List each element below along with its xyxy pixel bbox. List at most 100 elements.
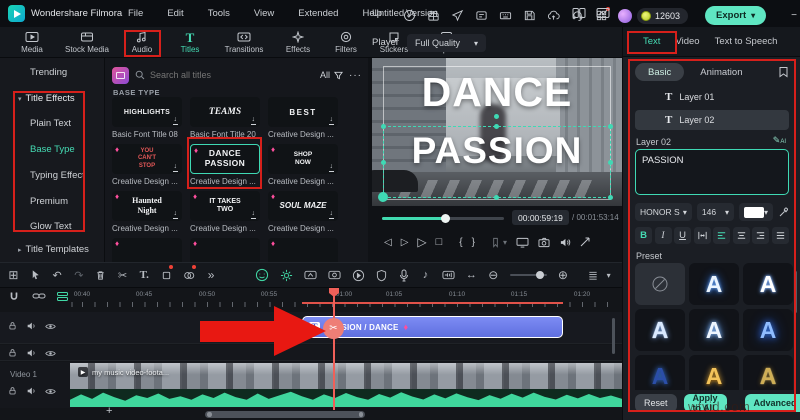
menu-view[interactable]: View [254, 8, 274, 19]
zoom-in-icon[interactable] [558, 266, 569, 284]
workspace-grid-icon[interactable] [8, 266, 19, 284]
layer-row-1[interactable]: T Layer 01 [635, 87, 789, 107]
scroll-handle[interactable] [358, 412, 363, 417]
preset-style[interactable]: A [743, 263, 793, 305]
audio-waveform[interactable] [70, 389, 622, 407]
reset-button[interactable]: Reset [635, 394, 677, 412]
menu-tools[interactable]: Tools [208, 8, 230, 19]
fullscreen-button[interactable] [580, 237, 590, 247]
redo-icon[interactable] [73, 266, 84, 284]
panel-scrollbar[interactable] [794, 271, 797, 313]
add-text-icon[interactable] [139, 266, 150, 284]
minimize-button[interactable] [791, 10, 797, 21]
snap-magnet-icon[interactable] [8, 291, 20, 303]
tab-audio[interactable]: Audio [120, 27, 164, 57]
scroll-handle[interactable] [207, 412, 212, 417]
mute-icon[interactable] [26, 321, 36, 331]
subtab-animation[interactable]: Animation [700, 67, 742, 78]
shield-render-icon[interactable] [376, 266, 387, 284]
snapshot-camera-button[interactable] [538, 237, 550, 248]
speed-ramp-icon[interactable] [304, 266, 317, 284]
download-icon[interactable] [172, 163, 178, 172]
selection-text-box[interactable] [383, 126, 611, 198]
selection-handle[interactable] [494, 124, 499, 129]
zoom-slider-knob[interactable] [535, 271, 544, 279]
sync-status-icon[interactable] [402, 8, 417, 23]
zoom-out-icon[interactable] [488, 266, 499, 284]
split-screen-icon[interactable] [572, 7, 586, 19]
coin-balance[interactable]: 12603 [637, 7, 689, 24]
template-basic-font-20[interactable]: TEAMS Basic Font Title 20 [190, 97, 260, 139]
eyedropper-icon[interactable] [778, 207, 789, 218]
lock-icon[interactable] [8, 348, 17, 358]
preset-style[interactable]: A [743, 309, 793, 351]
chroma-key-icon[interactable] [328, 266, 341, 284]
playhead[interactable] [333, 288, 335, 410]
hide-track-icon[interactable] [45, 321, 56, 331]
preset-none[interactable] [635, 263, 685, 305]
menu-edit[interactable]: Edit [167, 8, 183, 19]
filter-all-dropdown[interactable]: All [320, 70, 343, 80]
project-notes-icon[interactable] [474, 8, 489, 23]
video-track-lane[interactable]: Video 1 my music video-foota... [0, 362, 622, 408]
template-it-takes-two[interactable]: IT TAKES TWO Creative Design ... [190, 191, 260, 233]
template-partial[interactable] [268, 238, 338, 262]
delete-icon[interactable] [95, 266, 106, 284]
subtab-basic[interactable]: Basic [635, 63, 685, 81]
audio-clip-icon[interactable] [442, 266, 455, 284]
play-button[interactable] [417, 235, 426, 249]
hide-track-icon[interactable] [45, 386, 56, 396]
font-family-select[interactable]: HONOR S [635, 203, 692, 221]
template-partial[interactable] [190, 238, 260, 262]
download-icon[interactable] [172, 116, 178, 125]
layer-row-2[interactable]: T Layer 02 [635, 110, 789, 130]
hide-track-icon[interactable] [45, 348, 56, 358]
select-cursor-icon[interactable] [30, 266, 41, 284]
volume-button[interactable] [559, 237, 571, 248]
zoom-to-fit-icon[interactable] [466, 266, 477, 284]
track-height-icon[interactable] [587, 266, 599, 284]
seek-knob[interactable] [441, 214, 450, 223]
playhead-split-scissors[interactable] [323, 318, 344, 339]
download-icon[interactable] [250, 210, 256, 219]
preview-display-button[interactable] [516, 237, 529, 248]
tab-filters[interactable]: Filters [324, 27, 368, 57]
sidebar-item-base-type[interactable]: Base Type [30, 144, 75, 155]
previous-frame-button[interactable] [384, 237, 392, 248]
sidebar-item-trending[interactable]: Trending [30, 67, 67, 78]
selection-handle[interactable] [608, 160, 613, 165]
link-clips-icon[interactable] [32, 291, 46, 301]
undo-icon[interactable] [52, 266, 63, 284]
stop-button[interactable] [436, 236, 443, 248]
search-input[interactable] [150, 70, 250, 80]
justify-button[interactable] [771, 227, 789, 244]
ai-portrait-icon[interactable] [255, 266, 269, 284]
advanced-button[interactable]: Advanced [744, 394, 800, 412]
more-tools-icon[interactable] [206, 266, 217, 284]
menu-extended[interactable]: Extended [298, 8, 338, 19]
download-icon[interactable] [328, 116, 334, 125]
template-dance-passion[interactable]: DANCE PASSION Creative Design ... [190, 144, 260, 186]
font-color-select[interactable] [738, 203, 773, 221]
track-height-chevron-icon[interactable] [603, 266, 614, 284]
rotate-handle[interactable] [494, 114, 499, 119]
lock-icon[interactable] [8, 386, 17, 396]
ai-edit-pencil-icon[interactable]: ✎AI [773, 135, 786, 146]
search-box[interactable] [135, 67, 314, 84]
template-basic-font-08[interactable]: HIGHLIGHTS Basic Font Title 08 [112, 97, 182, 139]
mute-icon[interactable] [26, 386, 36, 396]
align-right-button[interactable] [752, 227, 769, 244]
tab-effects[interactable]: Effects [276, 27, 320, 57]
tab-titles[interactable]: T Titles [168, 27, 212, 57]
auto-ripple-icon[interactable] [56, 291, 69, 302]
download-icon[interactable] [250, 116, 256, 125]
export-button[interactable]: Export [705, 6, 767, 25]
sidebar-item-typing-effect[interactable]: Typing Effect [30, 170, 85, 181]
italic-button[interactable]: I [654, 227, 672, 244]
template-shop-now[interactable]: SHOP NOW Creative Design ... [268, 144, 338, 186]
template-you-cant-stop[interactable]: YOU CAN'T STOP Creative Design ... [112, 144, 182, 186]
tab-text[interactable]: Text [643, 36, 660, 47]
user-avatar[interactable] [618, 8, 632, 23]
crop-icon[interactable] [161, 265, 173, 284]
timeline-vertical-scrollbar[interactable] [612, 318, 615, 354]
